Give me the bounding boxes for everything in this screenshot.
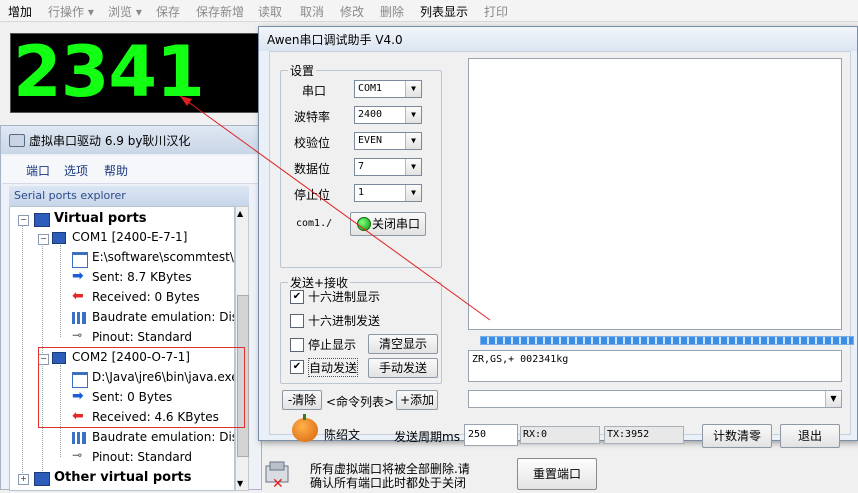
annotation-arrow — [179, 95, 491, 321]
